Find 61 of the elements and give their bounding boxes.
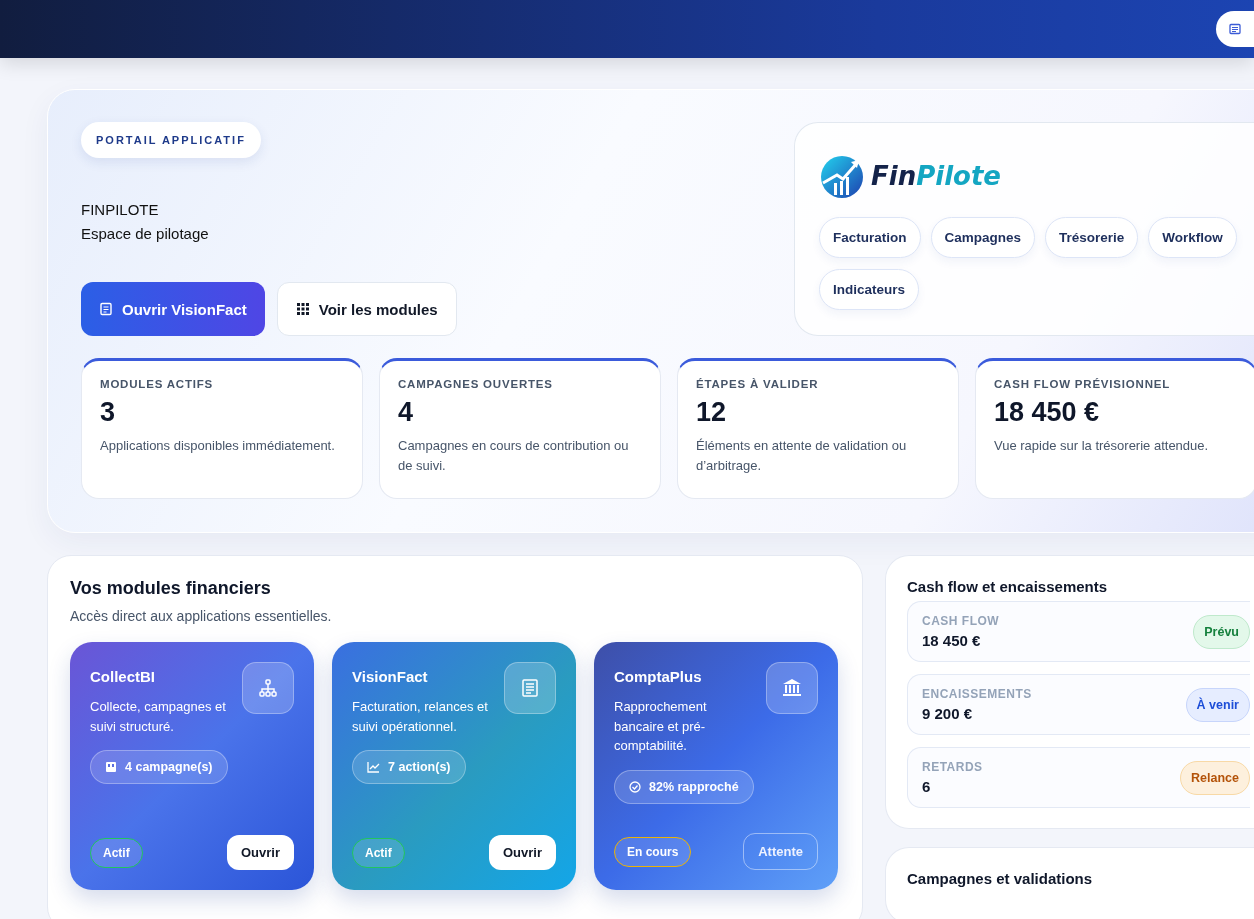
stat-note: Vue rapide sur la trésorerie attendue. [994, 437, 1210, 455]
grid-icon [295, 302, 310, 316]
section-title: Cash flow et encaissements [907, 578, 1109, 595]
document-icon [99, 302, 113, 316]
stat-label: CAMPAGNES OUVERTES [398, 378, 554, 390]
stat-value: 4 [398, 397, 415, 428]
stat-value: 18 450 € [994, 397, 1101, 428]
document-button[interactable] [1216, 11, 1254, 47]
bank-icon [766, 662, 818, 714]
open-app-button[interactable]: Ouvrir VisionFact [81, 282, 265, 336]
status-badge: Actif [352, 837, 405, 868]
module-chip: Campagnes [930, 217, 1036, 258]
open-button[interactable]: Ouvrir [227, 835, 294, 870]
module-chip: Trésorerie [1045, 217, 1139, 258]
module-chip: Workflow [1148, 217, 1237, 258]
stat-value: 3 [100, 397, 117, 428]
hierarchy-icon [242, 662, 294, 714]
chart-arrow-logo-icon [819, 153, 865, 199]
calendar-icon [105, 761, 117, 773]
status-badge: Actif [90, 837, 143, 868]
module-name: VisionFact [352, 668, 429, 685]
portal-badge: PORTAIL APPLICATIF [81, 122, 261, 158]
hero-title: FINPILOTE [81, 200, 160, 220]
module-description: Collecte, campagnes et suivi structuré. [90, 698, 227, 736]
open-button[interactable]: Ouvrir [489, 835, 556, 870]
status-tag: Relance [1180, 760, 1250, 795]
receipt-icon [504, 662, 556, 714]
cash-label: RETARDS [922, 760, 983, 774]
document-icon [1229, 23, 1241, 35]
stat-note: Applications disponibles immédiatement. [100, 437, 336, 455]
metric-text: 4 campagne(s) [125, 760, 213, 774]
status-badge: En cours [614, 836, 692, 867]
stat-value: 12 [696, 397, 728, 428]
brand-name: FinPilote [871, 161, 1001, 191]
stat-label: ÉTAPES À VALIDER [696, 378, 820, 390]
cash-value: 18 450 € [922, 632, 982, 649]
module-chip: Facturation [819, 217, 921, 258]
line-chart-icon [367, 761, 380, 773]
module-chip: Indicateurs [819, 269, 920, 310]
section-title: Vos modules financiers [70, 578, 272, 599]
stat-label: MODULES ACTIFS [100, 378, 214, 390]
metric-text: 82% rapproché [649, 779, 739, 794]
cash-value: 9 200 € [922, 705, 974, 722]
check-circle-icon [629, 780, 641, 793]
status-tag: À venir [1185, 687, 1250, 722]
cash-label: ENCAISSEMENTS [922, 687, 1032, 701]
stat-label: CASH FLOW PRÉVISIONNEL [994, 378, 1172, 390]
metric-text: 7 action(s) [388, 760, 451, 774]
module-name: CollectBI [90, 668, 156, 685]
stat-note: Campagnes en cours de contribution ou de suivi. [398, 437, 630, 475]
cash-value: 6 [922, 778, 932, 795]
hero-subtitle: Espace de pilotage [81, 224, 209, 244]
module-description: Facturation, relances et suivi opérationnel. [352, 698, 489, 736]
status-tag: Prévu [1193, 614, 1250, 649]
cash-label: CASH FLOW [922, 614, 1000, 628]
stat-note: Éléments en attente de validation ou d’arbitrage. [696, 437, 908, 475]
modules-button[interactable]: Voir les modules [276, 282, 457, 336]
section-title: Campagnes et validations [907, 870, 1094, 887]
module-name: ComptaPlus [614, 668, 703, 685]
module-description: Rapprochement bancaire et pré-comptabilité. [614, 698, 708, 755]
section-subtitle: Accès direct aux applications essentielles. [70, 608, 333, 624]
